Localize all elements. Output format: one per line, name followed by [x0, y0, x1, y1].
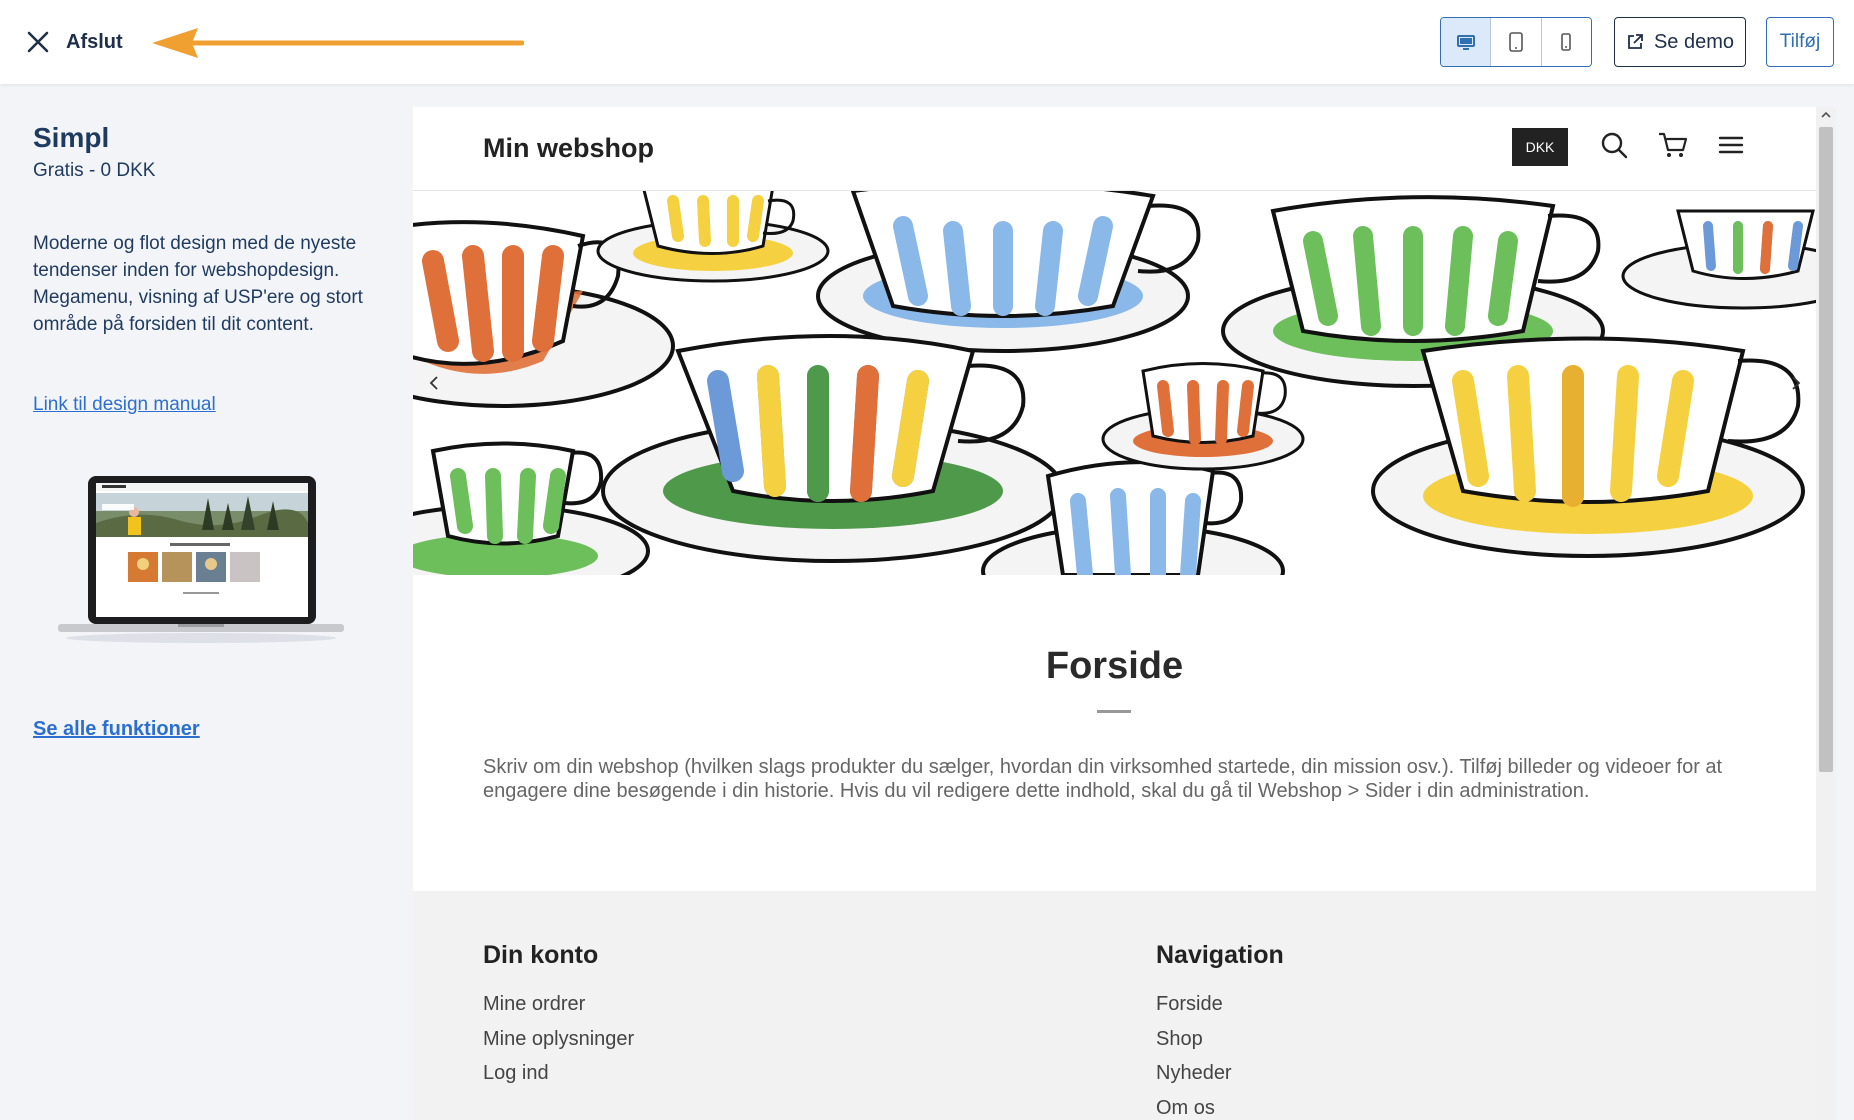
- page-title: Forside: [1045, 645, 1184, 687]
- desktop-view-button[interactable]: [1441, 18, 1492, 66]
- footer-account-list: Mine ordrer Mine oplysninger Log ind: [483, 993, 634, 1097]
- desktop-icon: [1456, 35, 1475, 50]
- shop-preview-frame: Min webshop DKK Forside Skriv om din web…: [413, 107, 1816, 1120]
- hero-slider: [413, 191, 1816, 575]
- add-theme-button[interactable]: Tilføj: [1766, 17, 1834, 67]
- footer-link-about[interactable]: Om os: [1156, 1097, 1232, 1120]
- demo-button[interactable]: Se demo: [1614, 17, 1746, 67]
- menu-button[interactable]: [1715, 129, 1747, 161]
- currency-selector[interactable]: DKK: [1512, 128, 1568, 166]
- search-icon: [1601, 132, 1628, 159]
- theme-sidebar: Simpl Gratis - 0 DKK Moderne og flot des…: [0, 84, 413, 1120]
- annotation-arrow: [152, 28, 524, 58]
- menu-icon: [1718, 136, 1744, 154]
- hero-prev-button[interactable]: [415, 363, 455, 403]
- hero-next-button[interactable]: [1775, 363, 1815, 403]
- heading-divider: [1097, 710, 1131, 713]
- footer-nav-heading: Navigation: [1156, 941, 1284, 969]
- chevron-right-icon: [1792, 376, 1801, 390]
- mobile-view-button[interactable]: [1541, 18, 1591, 66]
- demo-label: Se demo: [1653, 30, 1735, 53]
- close-icon: [27, 31, 49, 53]
- theme-name: Simpl: [33, 122, 110, 153]
- chevron-left-icon: [429, 376, 438, 390]
- exit-label: Afslut: [66, 30, 123, 53]
- cart-icon: [1659, 132, 1688, 157]
- page-body-text: Skriv om din webshop (hvilken slags prod…: [483, 756, 1723, 802]
- footer-nav-list: Forside Shop Nyheder Om os: [1156, 993, 1232, 1120]
- shop-header: Min webshop DKK: [413, 107, 1816, 191]
- footer-account-heading: Din konto: [483, 941, 599, 969]
- laptop-preview-image: [58, 476, 344, 643]
- tablet-view-button[interactable]: [1491, 18, 1542, 66]
- theme-price: Gratis - 0 DKK: [33, 160, 156, 181]
- theme-description: Moderne og flot design med de nyeste ten…: [33, 233, 363, 335]
- top-bar: Afslut Se demo Tilføj: [0, 0, 1854, 84]
- footer-link-orders[interactable]: Mine ordrer: [483, 993, 634, 1028]
- footer-link-news[interactable]: Nyheder: [1156, 1062, 1232, 1097]
- teacups-hero-image: [413, 191, 1816, 575]
- shop-footer: Din konto Mine ordrer Mine oplysninger L…: [413, 891, 1816, 1120]
- scroll-thumb[interactable]: [1819, 127, 1833, 772]
- footer-link-details[interactable]: Mine oplysninger: [483, 1028, 634, 1063]
- exit-button[interactable]: Afslut: [24, 22, 123, 62]
- footer-link-home[interactable]: Forside: [1156, 993, 1232, 1028]
- preview-scrollbar[interactable]: [1816, 107, 1836, 1120]
- chevron-up-icon: [1821, 111, 1831, 118]
- footer-link-shop[interactable]: Shop: [1156, 1028, 1232, 1063]
- add-label: Tilføj: [1779, 31, 1821, 52]
- all-features-link[interactable]: Se alle funktioner: [33, 718, 200, 741]
- search-button[interactable]: [1598, 129, 1630, 161]
- mobile-icon: [1561, 33, 1572, 51]
- cart-button[interactable]: [1657, 129, 1689, 161]
- scroll-up-button[interactable]: [1816, 107, 1836, 123]
- design-manual-link[interactable]: Link til design manual: [33, 394, 216, 416]
- shop-title[interactable]: Min webshop: [483, 133, 654, 164]
- footer-link-login[interactable]: Log ind: [483, 1062, 634, 1097]
- tablet-icon: [1509, 32, 1523, 52]
- external-link-icon: [1628, 34, 1643, 49]
- device-switcher: [1440, 17, 1592, 67]
